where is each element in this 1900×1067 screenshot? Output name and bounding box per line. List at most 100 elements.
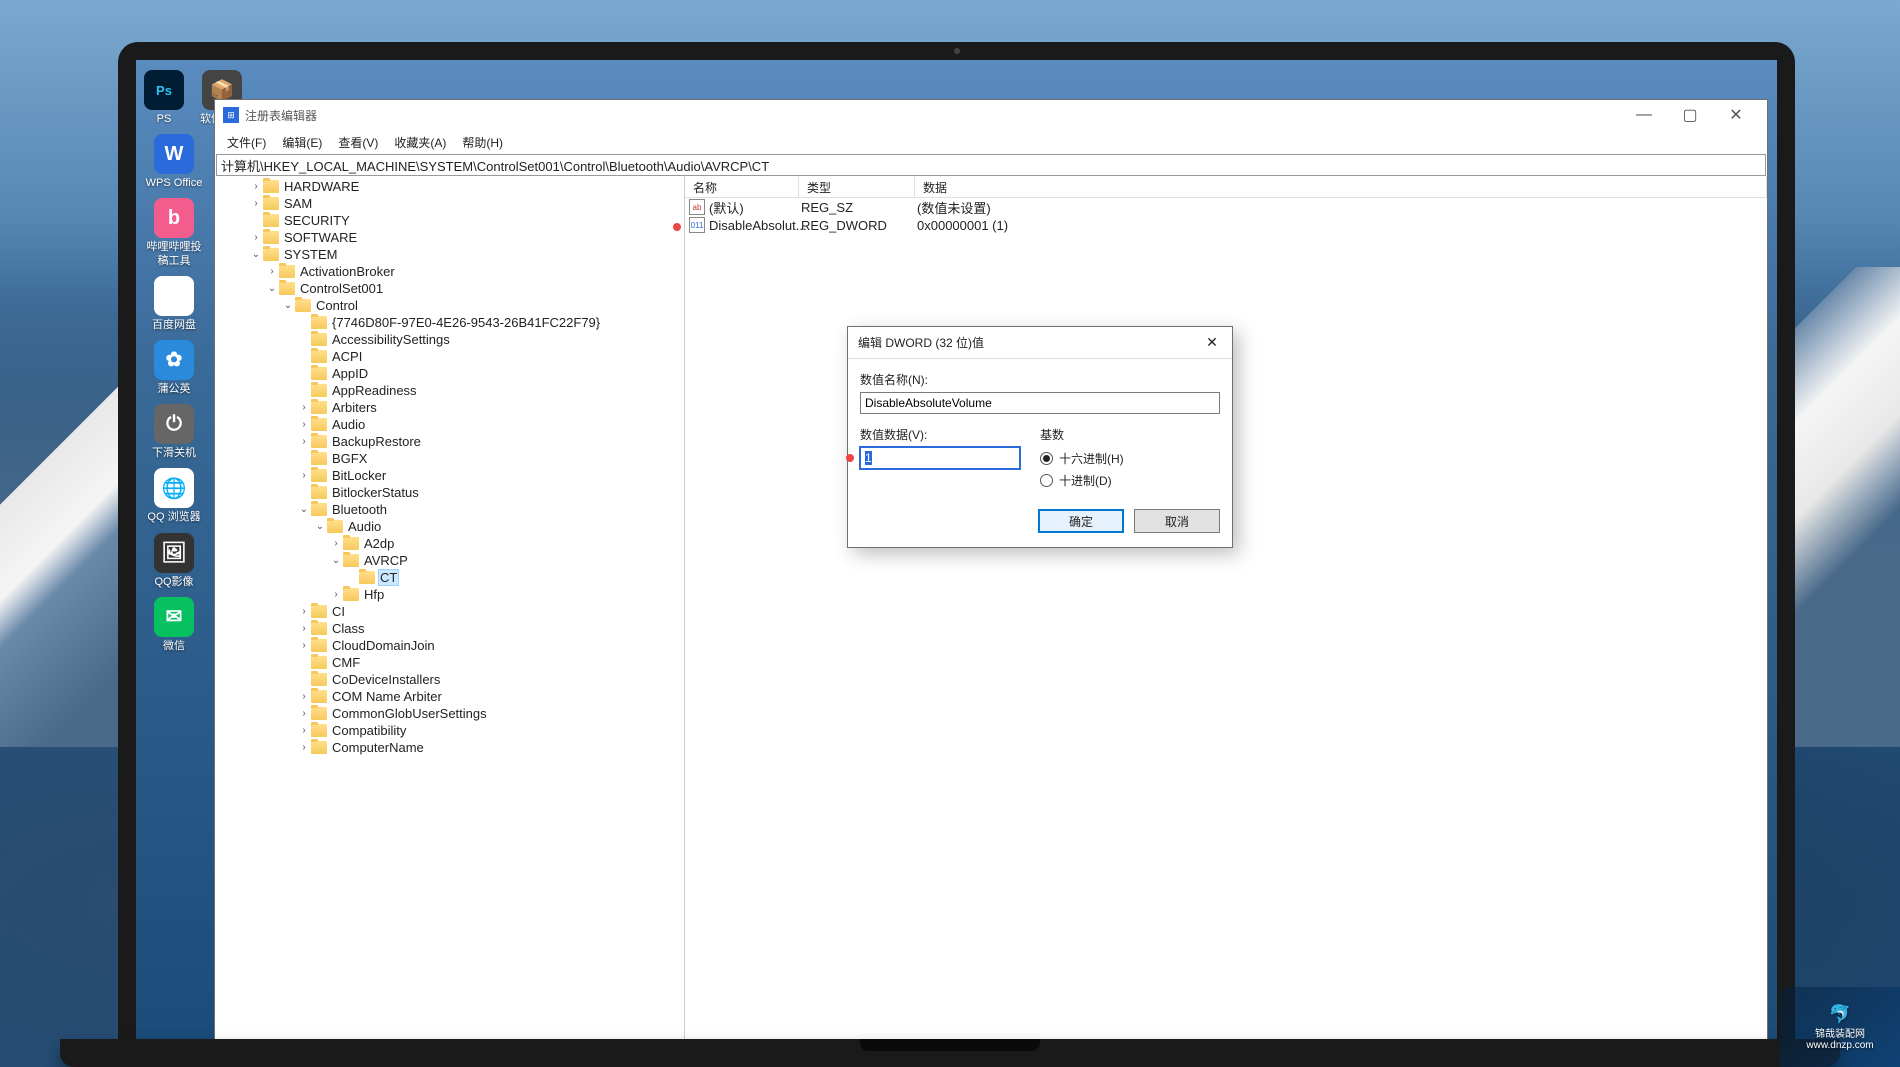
tree-bitlockerstatus[interactable]: ›BitlockerStatus [215, 484, 684, 501]
desktop-icon-wps[interactable]: WWPS Office [142, 134, 206, 190]
folder-icon [327, 520, 343, 533]
folder-icon [311, 486, 327, 499]
cancel-button[interactable]: 取消 [1134, 509, 1220, 533]
tree-codeviceinst[interactable]: ›CoDeviceInstallers [215, 671, 684, 688]
tree-controlset[interactable]: ⌄ControlSet001 [215, 280, 684, 297]
tree-comnamearb[interactable]: ›COM Name Arbiter [215, 688, 684, 705]
tree-pane[interactable]: ›HARDWARE ›SAM ›SECURITY ›SOFTWARE ⌄SYST… [215, 176, 685, 1066]
tree-bt-audio[interactable]: ⌄Audio [215, 518, 684, 535]
menu-help[interactable]: 帮助(H) [454, 130, 511, 154]
desktop-icon-qqbrowser[interactable]: 🌐QQ 浏览器 [142, 468, 206, 524]
tree-a2dp[interactable]: ›A2dp [215, 535, 684, 552]
tree-hfp[interactable]: ›Hfp [215, 586, 684, 603]
tree-class[interactable]: ›Class [215, 620, 684, 637]
value-data-input[interactable] [860, 447, 1020, 469]
tree-backuprestore[interactable]: ›BackupRestore [215, 433, 684, 450]
folder-icon [311, 469, 327, 482]
tree-bitlocker[interactable]: ›BitLocker [215, 467, 684, 484]
col-type[interactable]: 类型 [799, 176, 915, 197]
radio-dec[interactable]: 十进制(D) [1040, 469, 1220, 491]
tree-appreadiness[interactable]: ›AppReadiness [215, 382, 684, 399]
folder-icon [311, 333, 327, 346]
radio-hex[interactable]: 十六进制(H) [1040, 447, 1220, 469]
tree-arbiters[interactable]: ›Arbiters [215, 399, 684, 416]
tree-commonglob[interactable]: ›CommonGlobUserSettings [215, 705, 684, 722]
list-row-disableabs[interactable]: 011 DisableAbsolut... REG_DWORD 0x000000… [685, 216, 1767, 234]
tree-avrcp[interactable]: ⌄AVRCP [215, 552, 684, 569]
folder-icon [343, 537, 359, 550]
desktop-icon-ps[interactable]: PsPS [144, 70, 184, 126]
menu-favorites[interactable]: 收藏夹(A) [386, 130, 454, 154]
base-label: 基数 [1040, 426, 1220, 443]
tree-accessibility[interactable]: ›AccessibilitySettings [215, 331, 684, 348]
folder-icon [311, 741, 327, 754]
desktop-icon-baidupan[interactable]: ☁百度网盘 [142, 276, 206, 332]
address-bar[interactable]: 计算机\HKEY_LOCAL_MACHINE\SYSTEM\ControlSet… [216, 154, 1766, 176]
tree-security[interactable]: ›SECURITY [215, 212, 684, 229]
dialog-close-button[interactable]: ✕ [1202, 334, 1222, 351]
desktop-icon-qqimage[interactable]: 🖼QQ影像 [142, 533, 206, 589]
minimize-button[interactable]: — [1621, 100, 1667, 130]
list-row-default[interactable]: ab (默认) REG_SZ (数值未设置) [685, 198, 1767, 216]
folder-icon [295, 299, 311, 312]
tree-bgfx[interactable]: ›BGFX [215, 450, 684, 467]
menu-edit[interactable]: 编辑(E) [274, 130, 330, 154]
folder-icon [311, 656, 327, 669]
tree-software[interactable]: ›SOFTWARE [215, 229, 684, 246]
ok-button[interactable]: 确定 [1038, 509, 1124, 533]
close-button[interactable]: ✕ [1713, 100, 1759, 130]
tree-compat[interactable]: ›Compatibility [215, 722, 684, 739]
folder-icon [279, 282, 295, 295]
tree-acpi[interactable]: ›ACPI [215, 348, 684, 365]
tree-sam[interactable]: ›SAM [215, 195, 684, 212]
tree-audio[interactable]: ›Audio [215, 416, 684, 433]
folder-icon [263, 248, 279, 261]
tree-cmf[interactable]: ›CMF [215, 654, 684, 671]
tree-ci[interactable]: ›CI [215, 603, 684, 620]
value-name-label: 数值名称(N): [860, 371, 1220, 388]
folder-icon [311, 418, 327, 431]
col-data[interactable]: 数据 [915, 176, 1767, 197]
maximize-button[interactable]: ▢ [1667, 100, 1713, 130]
value-name-input[interactable] [860, 392, 1220, 414]
dialog-body: 数值名称(N): 数值数据(V): 基数 十六进制(H [848, 359, 1232, 547]
tree-guid[interactable]: ›{7746D80F-97E0-4E26-9543-26B41FC22F79} [215, 314, 684, 331]
col-name[interactable]: 名称 [685, 176, 799, 197]
folder-icon [263, 197, 279, 210]
folder-icon [263, 180, 279, 193]
value-data: 0x00000001 (1) [917, 218, 1008, 233]
desktop-icon-pgy[interactable]: ✿蒲公英 [142, 340, 206, 396]
tree-hardware[interactable]: ›HARDWARE [215, 178, 684, 195]
laptop-base [60, 1039, 1840, 1067]
tree-activation[interactable]: ›ActivationBroker [215, 263, 684, 280]
folder-icon [263, 214, 279, 227]
desktop-icon-bilibili[interactable]: b哔哩哔哩投稿工具 [142, 198, 206, 267]
tree-clouddomain[interactable]: ›CloudDomainJoin [215, 637, 684, 654]
value-data: (数值未设置) [917, 198, 991, 217]
dialog-titlebar[interactable]: 编辑 DWORD (32 位)值 ✕ [848, 327, 1232, 359]
tree-control[interactable]: ⌄Control [215, 297, 684, 314]
folder-icon [263, 231, 279, 244]
folder-icon [311, 724, 327, 737]
folder-icon [311, 673, 327, 686]
titlebar[interactable]: ⊞ 注册表编辑器 — ▢ ✕ [215, 100, 1767, 130]
dialog-title: 编辑 DWORD (32 位)值 [858, 334, 1202, 351]
tree-appid[interactable]: ›AppID [215, 365, 684, 382]
edit-dword-dialog: 编辑 DWORD (32 位)值 ✕ 数值名称(N): 数值数据(V): 基数 [847, 326, 1233, 548]
desktop-icon-wechat[interactable]: ✉微信 [142, 597, 206, 653]
tree-bluetooth[interactable]: ⌄Bluetooth [215, 501, 684, 518]
regedit-icon: ⊞ [223, 107, 239, 123]
menu-file[interactable]: 文件(F) [219, 130, 274, 154]
tree-system[interactable]: ⌄SYSTEM [215, 246, 684, 263]
menu-view[interactable]: 查看(V) [330, 130, 386, 154]
watermark-text2: www.dnzp.com [1806, 1040, 1873, 1051]
main-split: ›HARDWARE ›SAM ›SECURITY ›SOFTWARE ⌄SYST… [215, 176, 1767, 1066]
folder-icon [311, 452, 327, 465]
annotation-dot-icon [673, 223, 681, 231]
desktop-icon-shutdown[interactable]: ⏻下滑关机 [142, 404, 206, 460]
value-type: REG_SZ [801, 200, 917, 215]
watermark-text1: 锦哉装配网 [1815, 1025, 1865, 1040]
tree-compname[interactable]: ›ComputerName [215, 739, 684, 756]
tree-ct[interactable]: ›CT [215, 569, 684, 586]
folder-icon [311, 401, 327, 414]
